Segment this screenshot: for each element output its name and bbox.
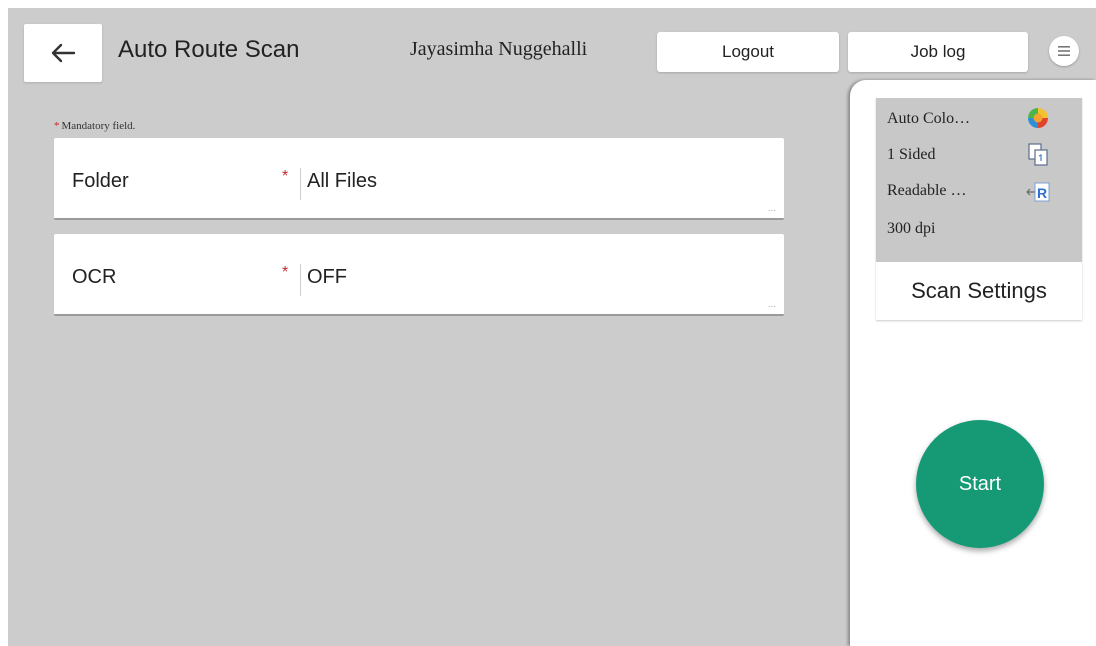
folder-more-indicator: ... (767, 203, 776, 214)
mandatory-note-text: Mandatory field. (61, 120, 136, 132)
color-mode-setting: Auto Colo… (887, 110, 971, 127)
folder-field[interactable]: Folder * All Files ... (54, 138, 784, 220)
job-log-button[interactable]: Job log (848, 32, 1028, 72)
folder-required-star: * (282, 168, 289, 185)
start-label: Start (958, 472, 1002, 495)
field-divider (300, 264, 301, 296)
folder-value: All Files (307, 170, 378, 192)
auto-color-icon (1028, 108, 1048, 128)
scan-settings-button[interactable]: Scan Settings (876, 262, 1082, 320)
ocr-label: OCR (72, 266, 117, 288)
app-window: Auto Route Scan Jayasimha Nuggehalli Log… (8, 8, 1096, 646)
orientation-setting: Readable … (887, 182, 967, 199)
resolution-setting: 300 dpi (887, 220, 936, 237)
one-sided-page-icon (1028, 143, 1048, 166)
ocr-more-indicator: ... (767, 299, 776, 310)
scan-panel: Auto Colo… 1 Sided Readable … R 300 dpi (850, 80, 1096, 646)
page-title: Auto Route Scan (118, 36, 300, 63)
sides-setting: 1 Sided (887, 146, 936, 163)
scan-settings-card[interactable]: Auto Colo… 1 Sided Readable … R 300 dpi (876, 98, 1082, 320)
ocr-value: OFF (307, 266, 347, 288)
logout-button[interactable]: Logout (657, 32, 839, 72)
mandatory-field-note: * Mandatory field. (54, 120, 135, 132)
user-name: Jayasimha Nuggehalli (410, 38, 588, 60)
svg-text:R: R (1037, 185, 1047, 201)
menu-button[interactable] (1049, 36, 1079, 66)
back-button[interactable] (24, 24, 102, 82)
start-button[interactable]: Start (916, 420, 1044, 548)
hamburger-menu-icon (1058, 46, 1070, 56)
arrow-left-icon (51, 43, 76, 63)
ocr-field[interactable]: OCR * OFF ... (54, 234, 784, 316)
folder-label: Folder (72, 170, 129, 192)
required-star: * (54, 120, 60, 132)
readable-orientation-icon: R (1026, 182, 1050, 202)
field-divider (300, 168, 301, 200)
ocr-required-star: * (282, 264, 289, 281)
